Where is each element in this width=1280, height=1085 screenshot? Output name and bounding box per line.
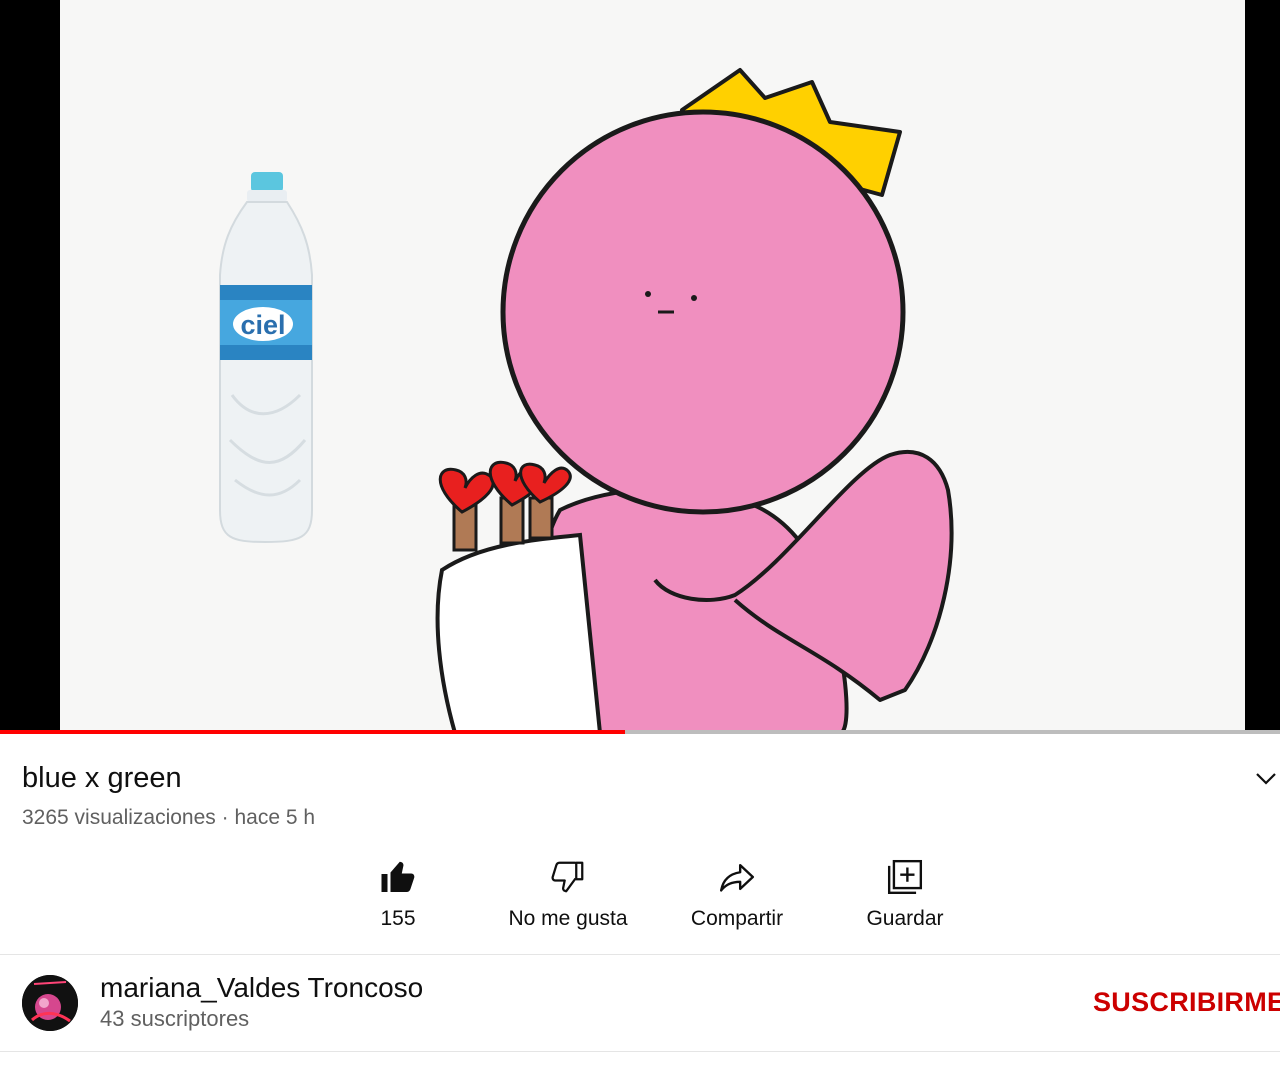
- action-bar: 155 No me gusta Compartir Guardar: [0, 855, 1280, 935]
- save-label: Guardar: [866, 907, 944, 930]
- progress-bar[interactable]: [0, 730, 1280, 734]
- subscriber-count: 43 suscriptores: [100, 1006, 250, 1031]
- divider: [0, 1051, 1280, 1052]
- bouquet-wrap: [435, 532, 603, 733]
- like-count: 155: [380, 907, 416, 930]
- save-button[interactable]: Guardar: [825, 855, 985, 931]
- character-head: [500, 109, 906, 515]
- channel-avatar[interactable]: [22, 975, 78, 1031]
- subscribe-button[interactable]: SUSCRIBIRME: [1093, 987, 1280, 1018]
- save-to-playlist-icon: [887, 859, 923, 895]
- progress-fill: [0, 730, 625, 734]
- video-title: blue x green: [22, 762, 182, 794]
- video-thumbnail-drawing: ciel: [219, 68, 954, 733]
- like-button[interactable]: 155: [318, 855, 478, 931]
- upload-age: hace 5 h: [234, 806, 316, 829]
- channel-name[interactable]: mariana_Valdes Troncoso: [100, 972, 423, 1004]
- heart-flowers: [438, 460, 572, 552]
- meta-separator: ·: [221, 806, 229, 829]
- video-meta: 3265 visualizaciones · hace 5 h: [22, 806, 315, 830]
- dislike-icon: [551, 861, 584, 893]
- chevron-down-icon[interactable]: [1254, 768, 1278, 788]
- divider: [0, 954, 1280, 955]
- share-icon: [719, 863, 755, 892]
- share-button[interactable]: Compartir: [657, 855, 817, 931]
- avatar-image: [22, 975, 78, 1031]
- view-count: 3265 visualizaciones: [22, 806, 216, 829]
- dislike-label: No me gusta: [508, 907, 628, 930]
- video-frame[interactable]: ciel: [60, 0, 1245, 733]
- like-icon: [381, 861, 415, 892]
- dislike-button[interactable]: No me gusta: [488, 855, 648, 931]
- bottle-brand: ciel: [240, 310, 285, 340]
- video-player[interactable]: ciel: [0, 0, 1280, 734]
- water-bottle: ciel: [219, 172, 313, 544]
- share-label: Compartir: [690, 907, 784, 930]
